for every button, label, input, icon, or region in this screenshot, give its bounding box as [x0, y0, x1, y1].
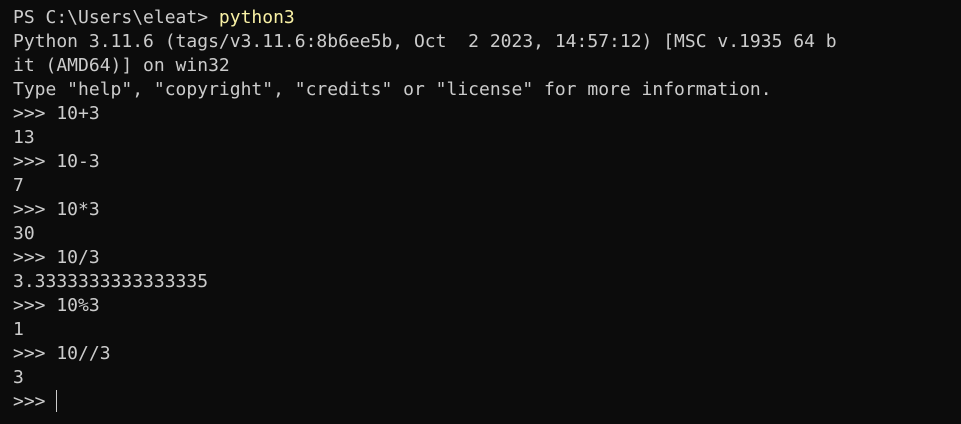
repl-output-division: 3.3333333333333335: [13, 271, 209, 292]
repl-output-floor-division: 3: [13, 367, 24, 388]
repl-input-addition: >>> 10+3: [13, 103, 100, 124]
terminal-window[interactable]: PS C:\Users\eleat> python3 Python 3.11.6…: [0, 0, 961, 424]
powershell-prompt-line: PS C:\Users\eleat> python3: [13, 6, 961, 30]
python-banner-line-1: Python 3.11.6 (tags/v3.11.6:8b6ee5b, Oct…: [13, 31, 837, 52]
powershell-prompt: PS C:\Users\eleat>: [13, 7, 219, 28]
repl-input-multiplication: >>> 10*3: [13, 199, 100, 220]
repl-prompt: >>>: [13, 391, 57, 412]
repl-input-modulo: >>> 10%3: [13, 295, 100, 316]
repl-input-floor-division: >>> 10//3: [13, 343, 111, 364]
repl-output-subtraction: 7: [13, 175, 24, 196]
python-banner-line-3: Type "help", "copyright", "credits" or "…: [13, 79, 772, 100]
repl-input-subtraction: >>> 10-3: [13, 151, 100, 172]
repl-output-multiplication: 30: [13, 223, 35, 244]
repl-output-addition: 13: [13, 127, 35, 148]
python3-command: python3: [218, 7, 295, 28]
repl-output-modulo: 1: [13, 319, 24, 340]
text-cursor: [56, 390, 58, 412]
repl-current-input-line[interactable]: >>>: [13, 390, 961, 414]
repl-input-division: >>> 10/3: [13, 247, 100, 268]
python-banner-line-2: it (AMD64)] on win32: [13, 55, 230, 76]
